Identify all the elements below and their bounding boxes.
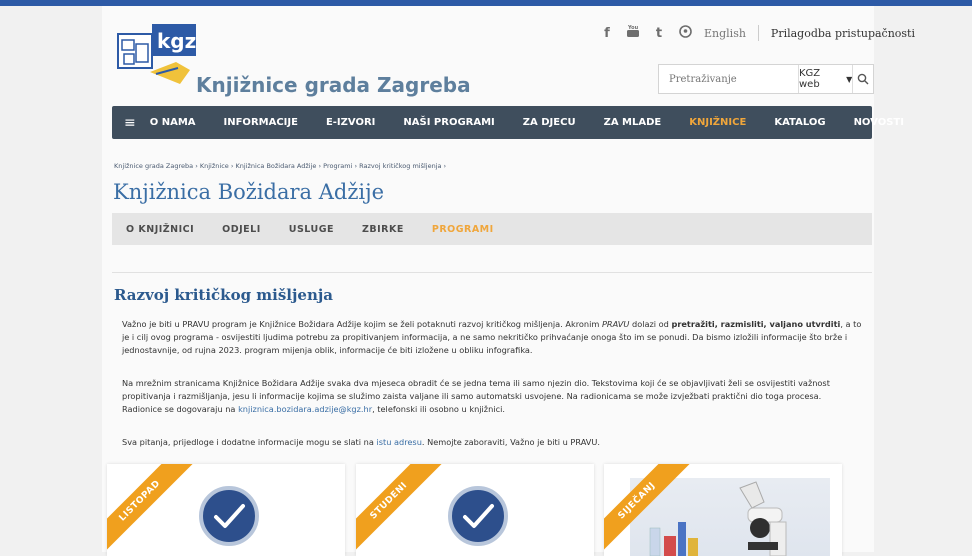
- subnav-item-programi[interactable]: PROGRAMI: [418, 224, 508, 235]
- program-card-listopad[interactable]: LISTOPAD: [107, 464, 345, 556]
- text: Važno je biti u PRAVU program je Knjižni…: [122, 319, 602, 329]
- header-utility-bar: f You t English Prilagodba pristupačnost…: [600, 24, 915, 42]
- search-icon: [857, 73, 869, 85]
- main-nav: ≡ O NAMA INFORMACIJE E-IZVORI NAŠI PROGR…: [112, 106, 904, 139]
- article-paragraph-1: Važno je biti u PRAVU program je Knjižni…: [122, 318, 862, 358]
- facebook-icon[interactable]: f: [600, 26, 614, 41]
- divider: [112, 272, 872, 273]
- emphasis-text: PRAVU: [601, 319, 630, 329]
- nav-item-novosti[interactable]: NOVOSTI: [840, 117, 918, 128]
- nav-item-katalog[interactable]: KATALOG: [760, 117, 839, 128]
- menu-icon[interactable]: ≡: [124, 115, 136, 131]
- card-ribbon: LISTOPAD: [107, 464, 194, 555]
- language-link[interactable]: English: [704, 27, 746, 40]
- nav-item-knjiznice[interactable]: KNJIŽNICE: [675, 117, 760, 128]
- divider: [757, 25, 759, 41]
- subnav-item-usluge[interactable]: USLUGE: [275, 224, 348, 235]
- pinterest-icon[interactable]: [678, 24, 692, 42]
- text: dolazi od: [629, 319, 672, 329]
- search-input[interactable]: [659, 64, 798, 94]
- text: Sva pitanja, prijedloge i dodatne inform…: [122, 437, 377, 447]
- accessibility-link[interactable]: Prilagodba pristupačnosti: [771, 27, 915, 40]
- text: . Nemojte zaboraviti, Važno je biti u PR…: [421, 437, 600, 447]
- nav-item-e-izvori[interactable]: E-IZVORI: [312, 117, 389, 128]
- card-ribbon: STUDENI: [356, 464, 443, 555]
- address-link[interactable]: istu adresu: [376, 437, 421, 447]
- nav-item-za-mlade[interactable]: ZA MLADE: [590, 117, 676, 128]
- brand-name[interactable]: Knjižnice grada Zagreba: [196, 73, 471, 97]
- checkmark-icon: [199, 486, 259, 546]
- search-scope-value: KGZ web: [799, 68, 821, 90]
- svg-text:You: You: [627, 25, 639, 31]
- bold-text: pretražiti, razmisliti, valjano utvrditi: [671, 319, 841, 329]
- nav-item-nasi-programi[interactable]: NAŠI PROGRAMI: [389, 117, 508, 128]
- library-subnav: O KNJIŽNICI ODJELI USLUGE ZBIRKE PROGRAM…: [112, 213, 872, 245]
- search-button[interactable]: [852, 65, 873, 93]
- article-title: Razvoj kritičkog mišljenja: [114, 286, 334, 304]
- checkmark-icon: [448, 486, 508, 546]
- subnav-item-odjeli[interactable]: ODJELI: [208, 224, 275, 235]
- email-link[interactable]: knjiznica.bozidara.adzije@kgz.hr: [238, 404, 372, 414]
- logo-text: kgz: [157, 29, 196, 53]
- article-paragraph-3: Sva pitanja, prijedloge i dodatne inform…: [122, 436, 862, 449]
- article-paragraph-2: Na mrežnim stranicama Knjižnice Božidara…: [122, 377, 862, 417]
- kgz-logo[interactable]: kgz: [116, 22, 206, 84]
- tumblr-icon[interactable]: t: [652, 26, 666, 41]
- nav-item-informacije[interactable]: INFORMACIJE: [210, 117, 312, 128]
- breadcrumb[interactable]: Knjižnice grada Zagreba › Knjižnice › Kn…: [114, 162, 446, 170]
- search-scope-select[interactable]: KGZ web ▼: [798, 65, 852, 93]
- subnav-item-o-knjiznici[interactable]: O KNJIŽNICI: [112, 224, 208, 235]
- page-title: Knjižnica Božidara Adžije: [113, 180, 385, 204]
- program-card-studeni[interactable]: STUDENI: [356, 464, 594, 556]
- nav-item-o-nama[interactable]: O NAMA: [136, 117, 210, 128]
- program-card-sijecanj[interactable]: SIJEČANJ: [604, 464, 842, 556]
- subnav-item-zbirke[interactable]: ZBIRKE: [348, 224, 418, 235]
- nav-item-za-djecu[interactable]: ZA DJECU: [509, 117, 590, 128]
- search-bar: KGZ web ▼: [658, 64, 874, 94]
- youtube-icon[interactable]: You: [626, 24, 640, 42]
- text: , telefonski ili osobno u knjižnici.: [372, 404, 505, 415]
